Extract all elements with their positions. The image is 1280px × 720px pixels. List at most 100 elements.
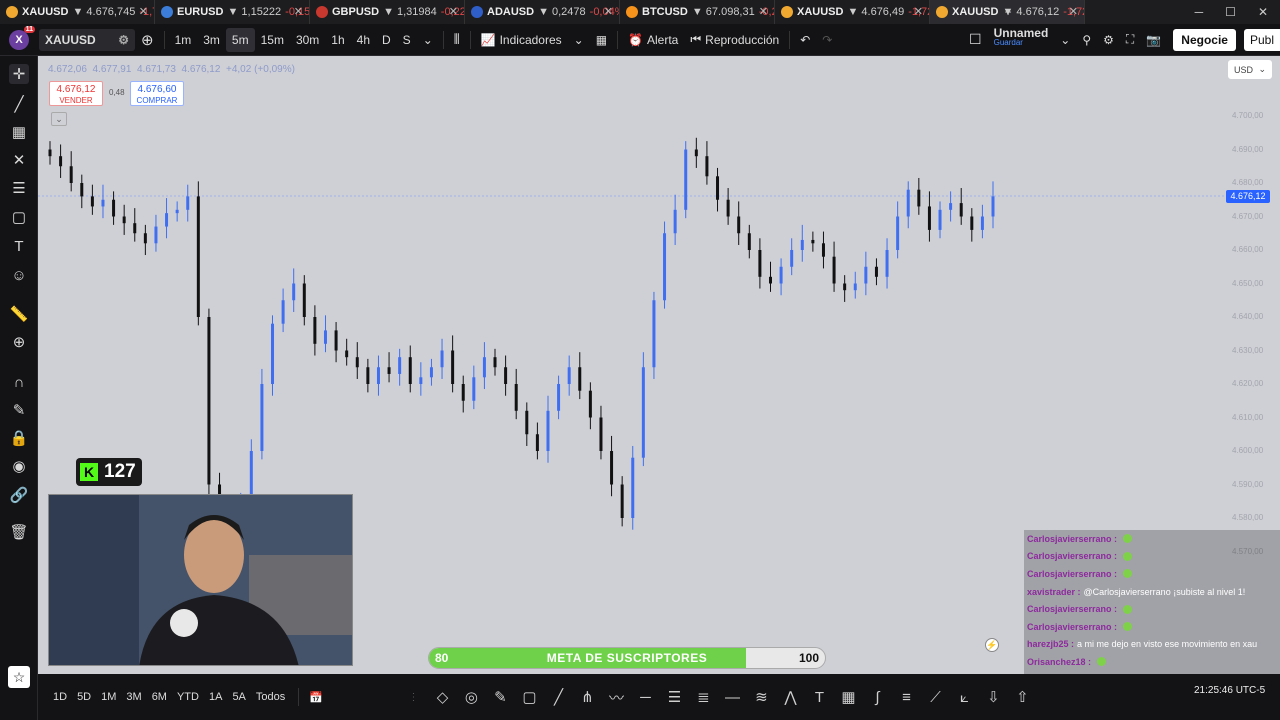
pattern-icon[interactable]: ✕: [9, 150, 29, 170]
minimize-icon[interactable]: ─: [1195, 5, 1204, 19]
tab-btcusd[interactable]: BTCUSD▼ 67.098,31-0,2✕: [620, 0, 775, 24]
indicators-button[interactable]: 📈 Indicadores: [475, 28, 568, 52]
range-5a[interactable]: 5A: [227, 691, 250, 703]
shapes-icon[interactable]: ▢: [9, 207, 29, 227]
replay-button[interactable]: ⏮ Reproducción: [684, 28, 785, 52]
zoom-in-icon[interactable]: ⊕: [9, 332, 29, 352]
settings-gear-icon[interactable]: ⚙: [1097, 28, 1120, 52]
icons-emoji-icon[interactable]: ☺: [9, 265, 29, 285]
grid-tool-icon[interactable]: ▦: [834, 688, 863, 706]
ray-icon[interactable]: ⟋: [921, 689, 950, 706]
trash-icon[interactable]: 🗑: [9, 522, 29, 542]
close-tab-icon[interactable]: ✕: [139, 5, 148, 18]
symbol-settings-icon[interactable]: ⚙: [118, 33, 129, 47]
polyline-icon[interactable]: ⋀: [776, 688, 805, 706]
drag-handle-icon[interactable]: ⋮: [399, 692, 428, 703]
close-window-icon[interactable]: ✕: [1258, 5, 1268, 19]
timeframe-1h[interactable]: 1h: [325, 28, 350, 52]
lock-icon[interactable]: 🔒: [9, 428, 29, 448]
quick-search-icon[interactable]: ⚲: [1076, 28, 1097, 52]
lines-icon[interactable]: ≡: [892, 689, 921, 706]
horizontal-ray-icon[interactable]: ─: [631, 689, 660, 706]
timeframe-dropdown-icon[interactable]: ⌄: [417, 28, 439, 52]
range-1d[interactable]: 1D: [48, 691, 72, 703]
tab-xauusd[interactable]: XAUUSD▼ 4.676,49-1,72✕: [775, 0, 930, 24]
horizontal-line-icon[interactable]: —: [718, 689, 747, 706]
timeframe-15m[interactable]: 15m: [255, 28, 290, 52]
range-5d[interactable]: 5D: [72, 691, 96, 703]
range-1a[interactable]: 1A: [204, 691, 227, 703]
regression-icon[interactable]: ≋: [747, 688, 776, 706]
arrow-marker-icon[interactable]: ⟀: [950, 689, 979, 706]
close-tab-icon[interactable]: ✕: [604, 5, 613, 18]
buy-button[interactable]: 4.676,60 COMPRAR: [130, 81, 184, 106]
date-range-icon[interactable]: 📅: [303, 685, 329, 709]
symbol-search[interactable]: XAUUSD ⚙: [39, 28, 135, 51]
channel-icon[interactable]: ☰: [660, 688, 689, 706]
trend-line-icon[interactable]: ╱: [9, 94, 29, 114]
tab-eurusd[interactable]: EURUSD▼ 1,15222-0,15%✕: [155, 0, 310, 24]
sell-button[interactable]: 4.676,12 VENDER: [49, 81, 103, 106]
range-6m[interactable]: 6M: [147, 691, 172, 703]
text-tool-icon[interactable]: T: [805, 689, 834, 706]
path-icon[interactable]: 〰: [602, 687, 631, 708]
target-icon[interactable]: ◎: [457, 688, 486, 706]
forecast-icon[interactable]: ☰: [9, 178, 29, 198]
crosshair-icon[interactable]: ✛: [9, 64, 29, 84]
timeframe-3m[interactable]: 3m: [197, 28, 226, 52]
timeframe-1m[interactable]: 1m: [169, 28, 198, 52]
line-icon[interactable]: ╱: [544, 688, 573, 706]
range-3m[interactable]: 3M: [121, 691, 146, 703]
fibonacci-icon[interactable]: ▦: [9, 122, 29, 142]
tab-xauusd[interactable]: XAUUSD▼ 4.676,745-1,7✕: [0, 0, 155, 24]
range-ytd[interactable]: YTD: [172, 691, 204, 703]
fullscreen-icon[interactable]: ⛶: [1120, 28, 1140, 52]
eye-icon[interactable]: ◉: [9, 456, 29, 476]
alert-button[interactable]: ⏰ Alerta: [622, 28, 684, 52]
parallel-channel-icon[interactable]: ≣: [689, 688, 718, 706]
layout-dropdown-icon[interactable]: ⌄: [1054, 28, 1076, 52]
new-tab-icon[interactable]: +: [1005, 5, 1012, 19]
redo-icon[interactable]: ↷: [816, 28, 838, 52]
eraser-shape-icon[interactable]: ◇: [428, 688, 457, 706]
maximize-icon[interactable]: ☐: [1225, 5, 1236, 19]
range-1m[interactable]: 1M: [96, 691, 121, 703]
link-icon[interactable]: 🔗: [9, 485, 29, 505]
timeframe-30m[interactable]: 30m: [290, 28, 325, 52]
timeframe-S[interactable]: S: [397, 28, 417, 52]
publish-button[interactable]: Publ: [1243, 28, 1280, 51]
brush-icon[interactable]: ✎: [486, 688, 515, 706]
currency-select[interactable]: USD ⌄: [1228, 60, 1272, 79]
watchlist-star-icon[interactable]: ☆: [8, 666, 30, 688]
layout-square-icon[interactable]: ☐: [963, 28, 988, 52]
stay-drawing-icon[interactable]: ✎: [9, 400, 29, 420]
tab-gbpusd[interactable]: GBPUSD▼ 1,31984-0,22%✕: [310, 0, 465, 24]
collapse-legend-icon[interactable]: ⌄: [51, 112, 67, 126]
timeframe-4h[interactable]: 4h: [351, 28, 376, 52]
timeframe-D[interactable]: D: [376, 28, 397, 52]
close-tab-icon[interactable]: ✕: [294, 5, 303, 18]
close-tab-icon[interactable]: ✕: [449, 5, 458, 18]
compare-button[interactable]: ⊕: [135, 28, 160, 52]
range-todos[interactable]: Todos: [251, 691, 290, 703]
rectangle-icon[interactable]: ▢: [515, 688, 544, 706]
candle-type-icon[interactable]: ⫴: [448, 28, 466, 52]
indicator-templates-icon[interactable]: ⌄: [568, 28, 590, 52]
layout-grid-icon[interactable]: ▦: [590, 28, 613, 52]
arrow-down-icon[interactable]: ⇩: [979, 688, 1008, 706]
undo-icon[interactable]: ↶: [794, 28, 816, 52]
avatar[interactable]: X 11: [9, 25, 35, 50]
camera-icon[interactable]: 📷: [1140, 28, 1167, 52]
ruler-icon[interactable]: 📏: [9, 304, 29, 324]
layout-name-button[interactable]: Unnamed Guardar: [988, 27, 1055, 52]
arrow-up-icon[interactable]: ⇧: [1008, 688, 1037, 706]
close-tab-icon[interactable]: ✕: [914, 5, 923, 18]
magnet-icon[interactable]: ∩: [9, 372, 29, 392]
close-tab-icon[interactable]: ✕: [1069, 5, 1078, 18]
close-tab-icon[interactable]: ✕: [759, 5, 768, 18]
curve-icon[interactable]: ∫: [863, 689, 892, 706]
text-icon[interactable]: T: [9, 236, 29, 256]
trade-button[interactable]: Negocie: [1173, 28, 1236, 51]
pitchfork-icon[interactable]: ⋔: [573, 688, 602, 706]
tab-adausd[interactable]: ADAUSD▼ 0,2478-0,04%✕: [465, 0, 620, 24]
